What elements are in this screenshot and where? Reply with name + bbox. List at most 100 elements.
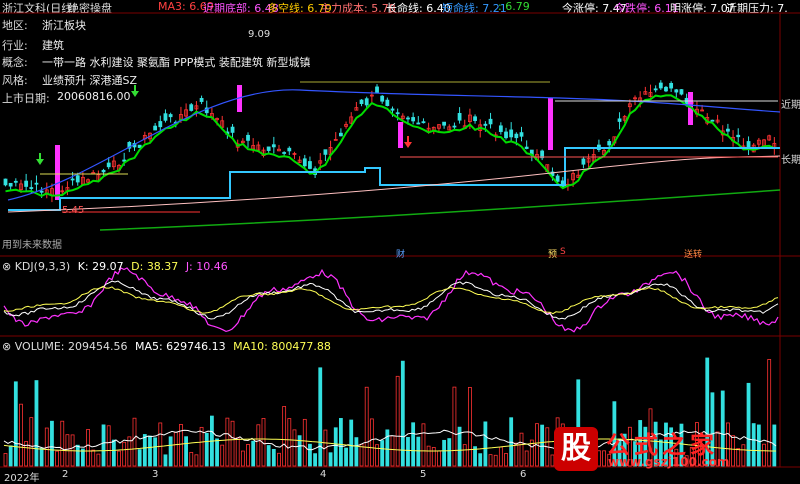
volume-bar: [447, 438, 452, 467]
volume-bar: [514, 442, 519, 467]
candle-body: [607, 141, 612, 146]
volume-bar: [313, 453, 318, 467]
xaxis-label-year: 2022年: [4, 473, 40, 484]
highlight-bar: [55, 145, 60, 200]
volume-bar: [204, 432, 209, 467]
candle-body: [106, 162, 111, 168]
forecast-marker[interactable]: 预: [548, 247, 557, 260]
kdj-j: J: 10.46: [185, 260, 228, 273]
candle-body: [509, 129, 514, 138]
volume-bar: [369, 418, 374, 467]
candle-body: [163, 113, 168, 121]
kdj-icon[interactable]: ⊗: [2, 260, 11, 273]
candle-body: [483, 123, 488, 126]
blue-ma-line: [7, 89, 781, 201]
volume-bar: [411, 422, 416, 467]
volume-bar: [359, 443, 364, 467]
volume-ma5: MA5: 629746.13: [134, 340, 226, 353]
candle-body: [375, 86, 379, 94]
candle-body: [473, 116, 477, 121]
candle-body: [658, 82, 663, 89]
candle-body: [406, 117, 410, 120]
volume-bar: [483, 421, 488, 467]
candlestick-chart[interactable]: [0, 0, 800, 481]
volume-bar: [173, 431, 178, 467]
candle-body: [338, 132, 343, 137]
volume-bar: [91, 449, 96, 467]
candle-body: [70, 178, 75, 181]
highlight-bar: [398, 122, 403, 148]
kdj-d: D: 38.37: [131, 260, 179, 273]
kdj-k: K: 29.07: [77, 260, 124, 273]
volume-bar: [287, 418, 292, 467]
candle-body: [359, 99, 364, 105]
signal-arrow-icon: [36, 153, 44, 165]
volume-bar: [142, 434, 147, 467]
volume-bar: [55, 450, 59, 467]
volume-bar: [230, 420, 235, 467]
volume-bar: [308, 443, 312, 467]
volume-bar: [442, 439, 447, 467]
candle-body: [158, 121, 163, 128]
kdj-header: ⊗ KDJ(9,3,3) K: 29.07 D: 38.37 J: 10.46: [2, 260, 228, 273]
candle-body: [555, 175, 560, 182]
candle-body: [266, 146, 271, 151]
candle-body: [34, 182, 39, 185]
volume-bar: [189, 451, 194, 467]
xaxis-label-may: 5: [420, 469, 427, 480]
volume-bar: [194, 454, 199, 467]
volume-bar: [96, 453, 101, 467]
candle-body: [669, 83, 674, 89]
volume-icon[interactable]: ⊗: [2, 340, 11, 353]
volume-bar: [504, 453, 508, 467]
volume-bar: [111, 439, 116, 467]
candle-body: [199, 98, 204, 102]
volume-ma10: MA10: 800477.88: [233, 340, 331, 353]
candle-body: [101, 169, 106, 173]
s-marker[interactable]: S: [560, 247, 566, 257]
highlight-bar: [548, 98, 553, 150]
candle-body: [302, 158, 307, 167]
xaxis-label-mar: 3: [152, 469, 159, 480]
candle-body: [710, 119, 715, 122]
candle-body: [746, 141, 751, 148]
volume-bar: [380, 440, 385, 467]
volume-bar: [220, 444, 225, 467]
candle-body: [75, 175, 80, 183]
candle-body: [442, 121, 447, 126]
volume-bar: [519, 432, 524, 467]
volume-header: ⊗ VOLUME: 209454.56 MA5: 629746.13 MA10:…: [2, 340, 331, 353]
ma-line: [5, 94, 775, 198]
candle-body: [653, 88, 658, 91]
candle-body: [137, 144, 142, 148]
kdj-label[interactable]: KDJ(9,3,3): [15, 260, 71, 273]
candle-body: [498, 125, 503, 132]
volume-bar: [498, 446, 503, 467]
candle-body: [230, 126, 235, 133]
volume-bar: [199, 426, 204, 467]
volume-bar: [540, 424, 545, 467]
finance-marker[interactable]: 财: [396, 247, 405, 260]
xaxis-label-jun: 6: [520, 469, 527, 480]
volume-label[interactable]: VOLUME: 209454.56: [15, 340, 128, 353]
volume-bar: [292, 429, 297, 467]
candle-body: [679, 89, 684, 95]
xaxis-label-apr: 4: [320, 469, 327, 480]
volume-bar: [488, 454, 493, 467]
volume-bar: [246, 444, 250, 467]
volume-bar: [225, 417, 230, 467]
volume-bar: [338, 418, 343, 467]
volume-bar: [266, 445, 271, 467]
volume-bar: [122, 441, 127, 467]
volume-bar: [302, 418, 307, 467]
transfer-marker[interactable]: 送转: [684, 247, 702, 260]
volume-bar: [344, 447, 348, 467]
candle-body: [308, 161, 312, 169]
volume-bar: [524, 450, 529, 467]
volume-bar: [282, 406, 287, 467]
candle-body: [581, 158, 586, 165]
volume-bar: [431, 447, 436, 467]
volume-bar: [132, 417, 137, 467]
candle-body: [674, 89, 679, 93]
volume-bar: [117, 450, 121, 467]
